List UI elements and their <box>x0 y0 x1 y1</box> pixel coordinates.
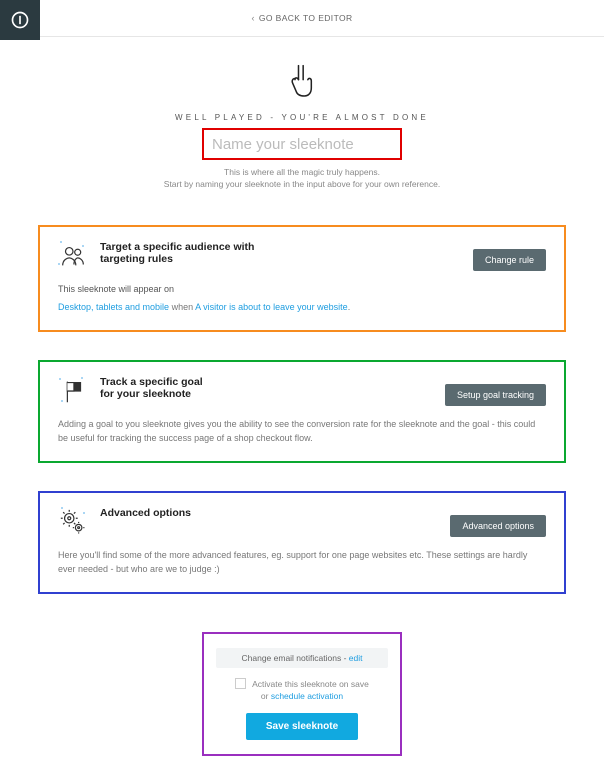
advanced-body: Here you'll find some of the more advanc… <box>58 549 546 576</box>
activate-label: Activate this sleeknote on save <box>252 679 369 689</box>
chevron-left-icon: ‹ <box>251 13 254 23</box>
goal-title: Track a specific goal for your sleeknote <box>100 376 203 400</box>
advanced-title: Advanced options <box>100 507 191 519</box>
activate-checkbox[interactable] <box>235 678 246 689</box>
finalize-box: Change email notifications - edit Activa… <box>202 632 402 756</box>
schedule-activation-link[interactable]: schedule activation <box>271 691 343 701</box>
goal-card: Track a specific goal for your sleeknote… <box>38 360 566 463</box>
setup-goal-button[interactable]: Setup goal tracking <box>445 384 546 406</box>
rule-link[interactable]: A visitor is about to leave your website <box>195 302 348 312</box>
hero-subtext-2: Start by naming your sleeknote in the in… <box>80 179 524 189</box>
gears-icon <box>58 507 88 537</box>
hero-subtext-1: This is where all the magic truly happen… <box>80 167 524 177</box>
appear-label: This sleeknote will appear on <box>58 283 546 297</box>
targeting-title: Target a specific audience with targetin… <box>100 241 254 265</box>
advanced-card: Advanced options Advanced options Here y… <box>38 491 566 594</box>
hero-title: WELL PLAYED - YOU'RE ALMOST DONE <box>80 113 524 122</box>
targeting-body: This sleeknote will appear on Desktop, t… <box>58 283 546 314</box>
email-sep: - <box>341 653 349 663</box>
targeting-card: Target a specific audience with targetin… <box>38 225 566 332</box>
when-word: when <box>169 302 195 312</box>
peace-hand-icon <box>288 61 316 89</box>
save-sleeknote-button[interactable]: Save sleeknote <box>246 713 358 740</box>
devices-link[interactable]: Desktop, tablets and mobile <box>58 302 169 312</box>
flag-icon <box>58 376 88 406</box>
goal-body: Adding a goal to you sleeknote gives you… <box>58 418 546 445</box>
hero-section: WELL PLAYED - YOU'RE ALMOST DONE This is… <box>0 37 604 197</box>
sleeknote-logo-icon <box>10 10 30 30</box>
change-rule-button[interactable]: Change rule <box>473 249 546 271</box>
email-label: Change email notifications <box>242 653 342 663</box>
go-back-link[interactable]: GO BACK TO EDITOR <box>259 13 353 23</box>
email-notifications-row: Change email notifications - edit <box>216 648 388 668</box>
advanced-options-button[interactable]: Advanced options <box>450 515 546 537</box>
or-word: or <box>261 691 271 701</box>
rule-period: . <box>348 302 351 312</box>
audience-icon <box>58 241 88 271</box>
app-logo <box>0 0 40 40</box>
top-bar: ‹ GO BACK TO EDITOR <box>0 0 604 36</box>
email-edit-link[interactable]: edit <box>349 653 363 663</box>
name-sleeknote-input[interactable] <box>202 128 402 160</box>
